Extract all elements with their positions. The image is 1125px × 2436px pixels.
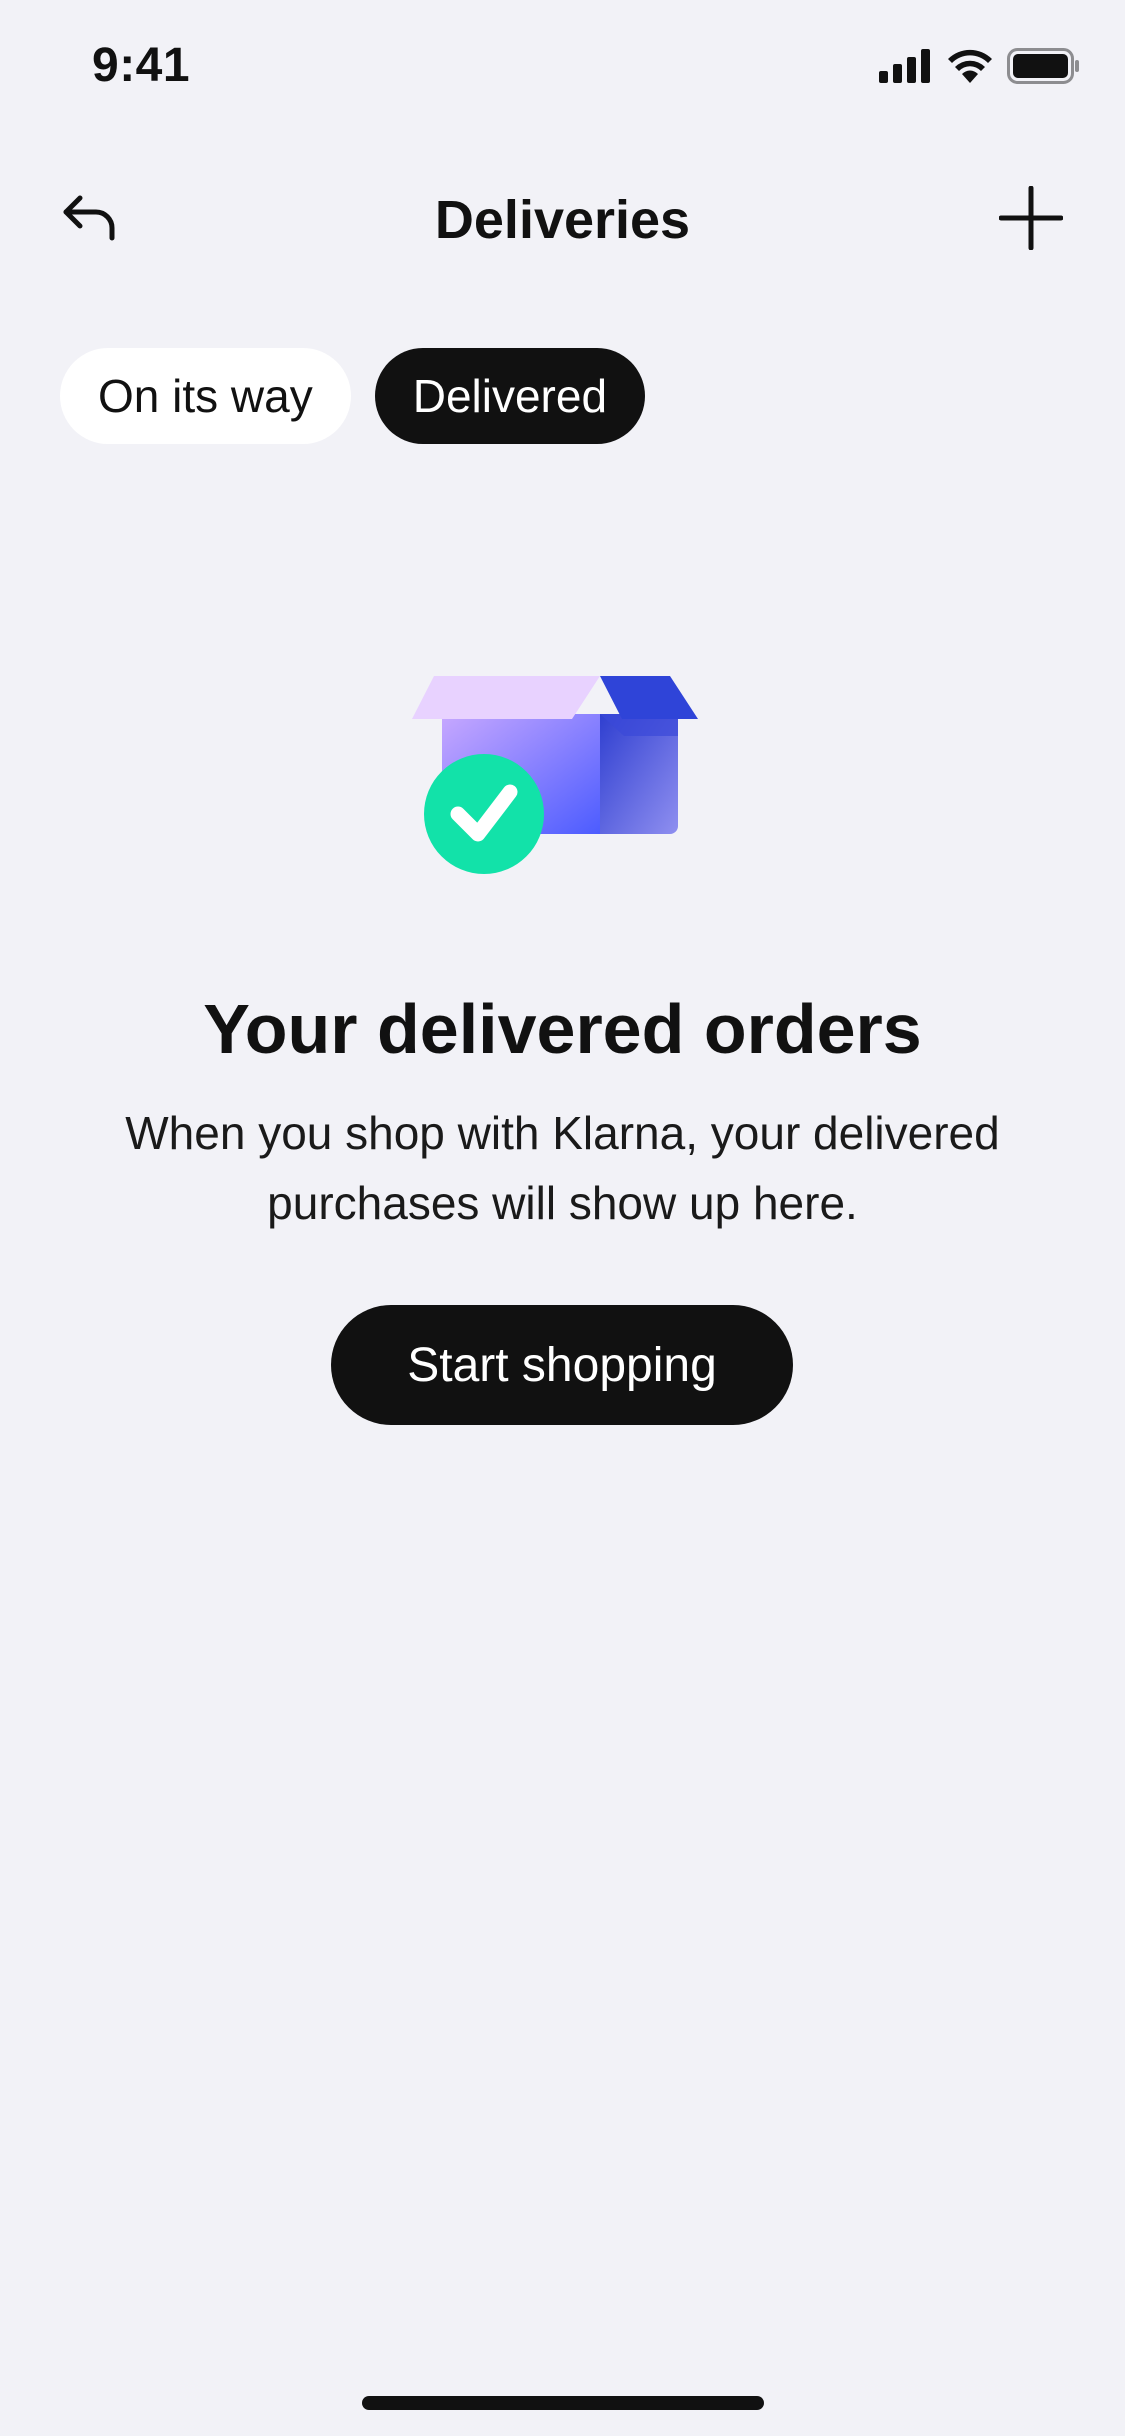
deliveries-screen: 9:41 Deliveries On its way Delivered You… [0, 0, 1125, 2436]
delivered-box-icon [412, 676, 712, 882]
start-shopping-button[interactable]: Start shopping [331, 1305, 793, 1425]
cellular-signal-icon [879, 48, 933, 88]
delivered-box-illustration [412, 672, 712, 878]
page-title: Deliveries [434, 190, 691, 250]
plus-icon [998, 185, 1064, 255]
home-indicator [362, 2396, 764, 2410]
add-button[interactable] [995, 184, 1067, 256]
tab-delivered[interactable]: Delivered [374, 348, 646, 444]
wifi-icon [947, 49, 993, 88]
empty-state-title: Your delivered orders [203, 990, 922, 1068]
delivery-status-tabs: On its way Delivered [60, 348, 646, 444]
tab-on-its-way[interactable]: On its way [60, 348, 351, 444]
empty-state-description: When you shop with Klarna, your delivere… [125, 1107, 1000, 1229]
status-time: 9:41 [92, 39, 191, 92]
battery-icon [1007, 47, 1081, 89]
status-icons [879, 47, 1081, 89]
